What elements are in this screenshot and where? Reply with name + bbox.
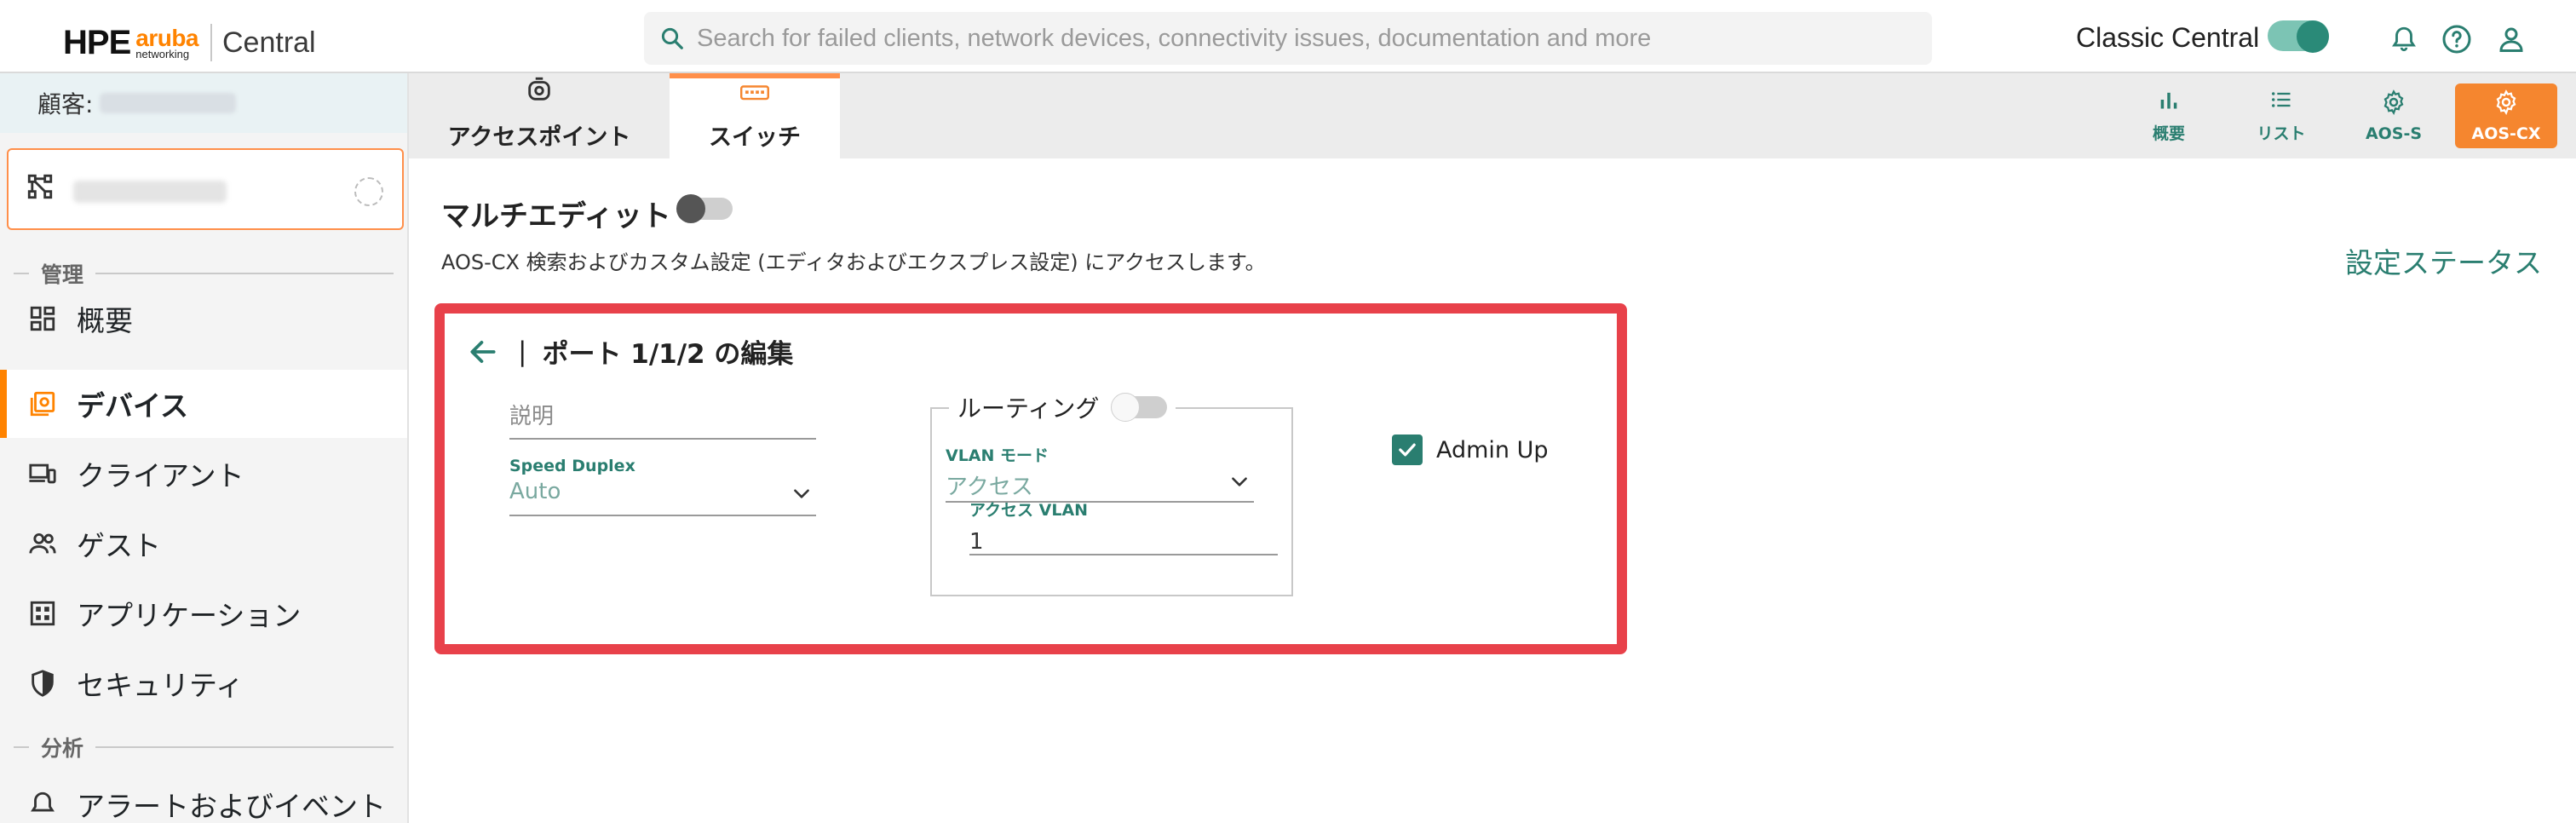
header-separator: | xyxy=(518,336,527,367)
admin-up-checkbox[interactable]: Admin Up xyxy=(1392,435,1549,465)
view-aos-cx-button[interactable]: AOS-CX xyxy=(2455,83,2557,148)
sidebar-item-overview[interactable]: 概要 xyxy=(0,285,407,353)
bar-chart-icon xyxy=(2157,88,2181,116)
access-vlan-label: アクセス VLAN xyxy=(969,501,1089,520)
tab-access-points[interactable]: アクセスポイント xyxy=(409,73,670,158)
routing-label: ルーティング xyxy=(957,394,1100,423)
logo-hpe-text: HPE xyxy=(63,23,131,61)
logo-product-name: Central xyxy=(222,26,316,59)
logo-divider xyxy=(210,24,212,61)
list-icon xyxy=(2268,88,2294,116)
panel-header: | ポート 1/1/2 の編集 xyxy=(467,332,793,371)
back-arrow-icon[interactable] xyxy=(467,336,499,368)
field-underline xyxy=(509,438,816,440)
tab-label: スイッチ xyxy=(709,124,801,151)
config-status-link[interactable]: 設定ステータス xyxy=(2345,240,2542,281)
view-label: 概要 xyxy=(2152,124,2185,143)
routing-toggle[interactable] xyxy=(1111,393,1168,422)
devices-icon xyxy=(26,387,60,421)
sidebar-item-devices[interactable]: デバイス xyxy=(0,370,407,438)
access-vlan-field[interactable]: アクセス VLAN 1 xyxy=(969,498,1278,555)
admin-up-label: Admin Up xyxy=(1436,436,1549,463)
bell-icon[interactable] xyxy=(2387,22,2421,56)
customer-name-redacted xyxy=(100,93,237,113)
classic-central-toggle[interactable] xyxy=(2268,20,2329,53)
description-field[interactable]: 説明 xyxy=(509,399,816,440)
switch-icon xyxy=(740,83,769,110)
field-underline xyxy=(509,515,816,516)
sidebar-item-label: アプリケーション xyxy=(77,599,302,632)
checkbox-checked-icon xyxy=(1392,435,1423,465)
group-selector[interactable] xyxy=(7,148,404,230)
port-edit-panel: | ポート 1/1/2 の編集 説明 Speed Duplex Auto ルーテ… xyxy=(434,303,1627,654)
group-name-redacted xyxy=(73,181,227,203)
vlan-mode-value: アクセス xyxy=(946,475,1033,500)
device-type-tabbar: アクセスポイント スイッチ 概要 リスト AOS-S AOS-CX xyxy=(409,73,2576,158)
toggle-knob xyxy=(676,194,705,223)
routing-legend: ルーティング xyxy=(949,390,1176,424)
help-icon[interactable] xyxy=(2440,22,2474,56)
logo-aruba-text: aruba networking xyxy=(135,24,198,60)
bell-icon xyxy=(26,787,60,821)
sidebar-item-label: ゲスト xyxy=(77,529,161,562)
page-description: AOS-CX 検索およびカスタム設定 (エディタおよびエクスプレス設定) にアク… xyxy=(441,250,1266,274)
search-icon xyxy=(661,27,683,49)
sidebar-item-security[interactable]: セキュリティ xyxy=(0,649,407,717)
top-header: HPE aruba networking Central Classic Cen… xyxy=(0,0,2576,73)
sidebar-item-alerts-events[interactable]: アラートおよびイベント xyxy=(0,770,407,823)
panel-title: ポート 1/1/2 の編集 xyxy=(542,339,794,370)
access-vlan-value: 1 xyxy=(969,529,984,555)
gear-icon xyxy=(2493,89,2519,119)
speed-duplex-label: Speed Duplex xyxy=(509,457,635,475)
shield-icon xyxy=(26,666,60,700)
classic-central-label: Classic Central xyxy=(2076,22,2260,53)
view-label: AOS-S xyxy=(2365,124,2423,143)
toggle-knob xyxy=(1111,393,1141,422)
toggle-knob xyxy=(2297,20,2329,53)
view-list-button[interactable]: リスト xyxy=(2230,83,2332,148)
vlan-mode-select[interactable]: VLAN モード アクセス xyxy=(946,443,1254,503)
multi-edit-toggle[interactable] xyxy=(676,194,733,223)
guests-icon xyxy=(26,527,60,561)
sidebar-item-label: デバイス xyxy=(77,389,189,423)
section-header-manage: 管理 xyxy=(14,261,394,287)
customer-label: 顧客: xyxy=(37,90,94,118)
tab-label: アクセスポイント xyxy=(447,124,631,151)
speed-duplex-select[interactable]: Speed Duplex Auto xyxy=(509,457,816,516)
grid-icon xyxy=(26,302,60,336)
sidebar-item-clients[interactable]: クライアント xyxy=(0,440,407,508)
multi-edit-label: マルチエディット xyxy=(441,199,671,233)
chevron-down-icon xyxy=(1228,470,1251,496)
view-label: リスト xyxy=(2257,124,2306,143)
chevron-down-icon xyxy=(791,482,813,508)
tab-switches[interactable]: スイッチ xyxy=(670,73,840,158)
hpe-aruba-logo[interactable]: HPE aruba networking Central xyxy=(63,24,316,61)
sidebar: 顧客: 管理 概要 デバイス クライアント ゲスト アプリケーション セキュリテ… xyxy=(0,73,409,823)
sidebar-item-label: セキュリティ xyxy=(77,669,244,702)
vlan-mode-label: VLAN モード xyxy=(946,446,1049,465)
section-header-analyze: 分析 xyxy=(14,734,394,761)
apps-icon xyxy=(26,596,60,630)
sidebar-item-guests[interactable]: ゲスト xyxy=(0,509,407,578)
group-icon xyxy=(26,172,55,204)
sidebar-item-applications[interactable]: アプリケーション xyxy=(0,579,407,647)
sidebar-item-label: アラートおよびイベント xyxy=(77,790,386,823)
access-point-icon xyxy=(525,75,554,110)
customer-selector[interactable]: 顧客: xyxy=(0,73,407,133)
gear-icon xyxy=(2381,89,2406,119)
search-input[interactable] xyxy=(697,24,1889,53)
clients-icon xyxy=(26,457,60,491)
sidebar-item-label: 概要 xyxy=(77,304,133,337)
view-overview-button[interactable]: 概要 xyxy=(2118,83,2220,148)
global-search-bar[interactable] xyxy=(644,12,1932,65)
view-aos-s-button[interactable]: AOS-S xyxy=(2343,83,2445,148)
view-label: AOS-CX xyxy=(2471,124,2541,143)
user-icon[interactable] xyxy=(2494,22,2528,56)
speed-duplex-value: Auto xyxy=(509,479,561,504)
sidebar-item-label: クライアント xyxy=(77,459,244,492)
routing-group: ルーティング VLAN モード アクセス アクセス VLAN 1 xyxy=(930,390,1293,596)
loading-spinner-icon xyxy=(354,177,383,206)
description-placeholder: 説明 xyxy=(509,404,555,429)
field-underline xyxy=(969,554,1278,555)
